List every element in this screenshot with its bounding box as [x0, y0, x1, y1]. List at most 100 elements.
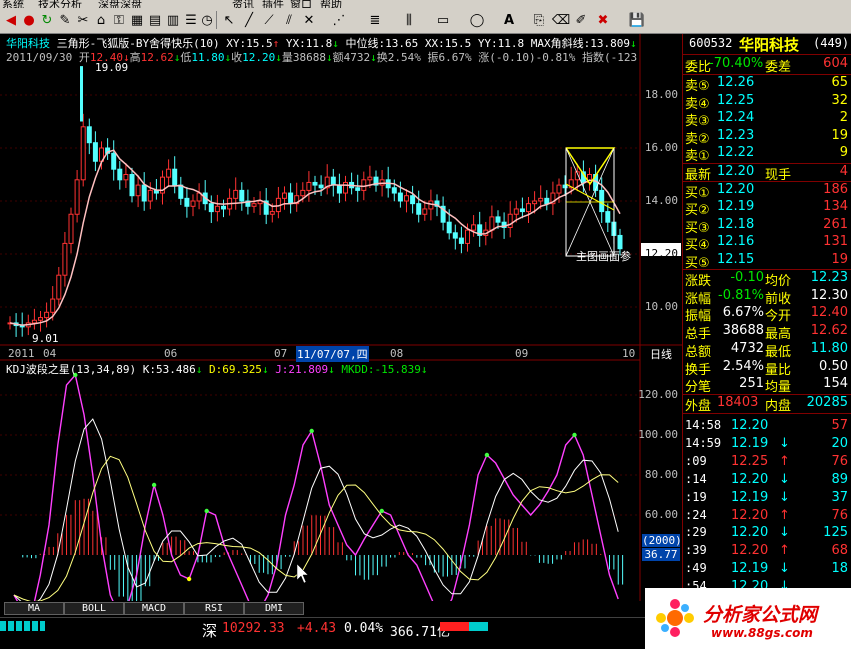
line-icon[interactable]: ╱	[240, 11, 258, 29]
bid-row: 买② 12.19 134	[683, 199, 851, 218]
stop-icon[interactable]: ●	[20, 11, 38, 29]
ask-row: 卖① 12.22 9	[683, 145, 851, 165]
candle-body	[233, 189, 239, 199]
menubar: 系统 技术分析 深盘深盘 资讯 插件 窗口 帮助	[0, 0, 851, 8]
stat-row: 总额 4732 最低 11.80	[685, 340, 848, 360]
min-price-label: 9.01	[32, 332, 59, 345]
row-volume: 2	[839, 110, 848, 126]
candle-body	[141, 184, 147, 202]
home-icon[interactable]: ⌂	[92, 11, 110, 29]
draw-icon[interactable]: ✎	[56, 11, 74, 29]
last-row: 最新 12.20 现手 4	[685, 164, 848, 183]
candle-body	[239, 189, 245, 202]
stock-count: (449)	[813, 36, 850, 50]
ray-icon[interactable]: ⟋	[260, 11, 278, 29]
tick-row: 14:58 12.20 57	[685, 418, 848, 433]
ohlc-date: 2011/09/30	[6, 51, 73, 64]
kdj-header: KDJ波段之星(13,34,89) K:53.486↓ D:69.325↓ J:…	[6, 363, 428, 376]
chart-icon[interactable]: ▤	[146, 11, 164, 29]
kdj-signal-dot	[572, 432, 577, 438]
candle-body	[86, 126, 92, 144]
lock-icon[interactable]: ⚿	[110, 11, 128, 29]
stat-row: 分笔 251 均量 154	[685, 376, 848, 396]
candle-body	[495, 216, 501, 223]
watermark: 分析家公式网 www.88gs.com	[645, 588, 851, 649]
toolbar: ◀ ● ↻ ✎ ✂ ⌂ ⚿ ▦ ▤ ▥ ☰ ◷ ↖ ╱ ⟋ ⫽ ✕ ⋰ ≣ ⫼ …	[0, 8, 851, 34]
candle-body	[452, 232, 458, 239]
clock-icon[interactable]: ◷	[198, 11, 216, 29]
candle-body	[190, 200, 196, 207]
row-volume: 186	[823, 182, 848, 197]
arrow-icon[interactable]: ↖	[220, 11, 238, 29]
row-price: 12.22	[717, 145, 755, 161]
text-icon[interactable]: A	[500, 11, 518, 29]
tab-ma[interactable]: MA	[4, 602, 64, 615]
chart-area[interactable]: 华阳科技 三角形-飞狐版-BY舍得快乐(10) XY:15.5↑ YX:11.8…	[0, 34, 682, 617]
channel-icon[interactable]: ⫽	[280, 11, 298, 29]
weibi-row: 委比 -70.40% 委差 604	[685, 56, 848, 75]
menu-analysis[interactable]: 技术分析	[38, 0, 82, 8]
tab-boll[interactable]: BOLL	[64, 602, 124, 615]
triangle-drawing	[565, 147, 616, 257]
candle-body	[416, 203, 422, 215]
delete-icon[interactable]: ✖	[594, 11, 612, 29]
kdj-k: K:53.486	[142, 363, 196, 376]
candle-body	[306, 181, 312, 191]
menu-window[interactable]: 窗口	[290, 0, 312, 8]
weibi-value: -70.40%	[709, 56, 764, 71]
refresh-icon[interactable]: ↻	[38, 11, 56, 29]
period-button[interactable]: 日线	[650, 346, 672, 362]
inner-value: 20285	[806, 395, 848, 410]
kdj-tag1: (2000)	[642, 534, 682, 547]
menu-help[interactable]: 帮助	[320, 0, 342, 8]
fib-icon[interactable]: ≣	[366, 11, 384, 29]
kdj-d: D:69.325	[208, 363, 262, 376]
menu-system[interactable]: 系统	[2, 0, 24, 8]
tab-macd[interactable]: MACD	[124, 602, 184, 615]
row-price: 12.20	[717, 182, 755, 197]
kdj-signal-dot	[151, 482, 157, 488]
menu-info[interactable]: 资讯	[232, 0, 254, 8]
candle-body	[446, 221, 452, 234]
bar-icon[interactable]: ▥	[164, 11, 182, 29]
row-label: 卖①	[685, 149, 710, 165]
menu-plugin[interactable]: 插件	[262, 0, 284, 8]
rect-icon[interactable]: ▭	[434, 11, 452, 29]
tool-icon[interactable]: ✂	[74, 11, 92, 29]
candle-body	[31, 319, 37, 324]
vol-value: 量38688	[281, 51, 326, 64]
copy-icon[interactable]: ⎘	[530, 11, 548, 29]
month-label: 07	[274, 347, 288, 360]
candle-body	[288, 192, 294, 205]
candle-body	[544, 197, 550, 205]
outer-inner-row: 外盘 18403 内盘 20285	[685, 395, 848, 414]
candle-body	[519, 208, 525, 213]
candle-body	[404, 195, 409, 202]
row-label: 卖②	[685, 131, 710, 147]
cross-icon[interactable]: ✕	[300, 11, 318, 29]
candle-body	[471, 224, 477, 231]
candle-body	[465, 229, 470, 244]
menu-market[interactable]: 深盘深盘	[98, 0, 142, 8]
pen-icon[interactable]: ✐	[572, 11, 590, 29]
candle-body	[282, 192, 287, 199]
row-volume: 134	[823, 199, 848, 215]
stat-row: 总手 38688 最高 12.62	[685, 323, 848, 343]
erase-icon[interactable]: ⌫	[552, 11, 570, 29]
grid-icon[interactable]: ▦	[128, 11, 146, 29]
save-icon[interactable]: 💾	[628, 11, 646, 29]
candle-body	[599, 189, 605, 213]
ellipse-icon[interactable]: ◯	[468, 11, 486, 29]
tab-dmi[interactable]: DMI	[244, 602, 304, 615]
back-icon[interactable]: ◀	[2, 11, 20, 29]
candle-body	[44, 311, 50, 319]
candle-body	[336, 184, 342, 194]
tick-row: :09 12.25 ↑ 76	[685, 453, 848, 469]
candle-body	[538, 197, 544, 202]
candle-body	[617, 234, 623, 250]
fan-icon[interactable]: ⋰	[330, 11, 348, 29]
row-price: 12.16	[717, 234, 755, 250]
cycle-icon[interactable]: ⫼	[400, 11, 418, 29]
tab-rsi[interactable]: RSI	[184, 602, 244, 615]
candle-body	[135, 184, 141, 197]
